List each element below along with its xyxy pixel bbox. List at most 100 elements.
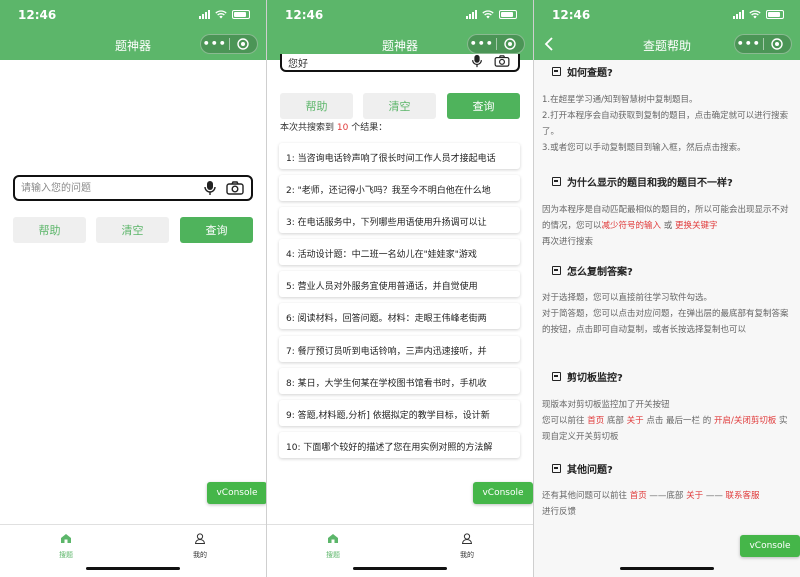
tab-search[interactable]: 搜题 xyxy=(303,529,363,560)
clear-button[interactable]: 清空 xyxy=(96,217,169,243)
faded-text xyxy=(115,153,130,160)
status-bar: 12:46 xyxy=(534,0,800,30)
result-item[interactable]: 6: 阅读材料，回答问题。材料：走眼王伟峰老街两 xyxy=(279,303,520,329)
search-input[interactable] xyxy=(21,180,201,196)
help-section-title: 剪切板监控? xyxy=(552,369,623,384)
clear-button[interactable]: 清空 xyxy=(363,93,436,119)
home-indicator xyxy=(86,567,180,570)
nav-bar: 查题帮助 ••• xyxy=(534,30,800,60)
tab-search[interactable]: 搜题 xyxy=(36,529,96,560)
highlight-text: 更换关键字 xyxy=(674,221,718,231)
query-button[interactable]: 查询 xyxy=(180,217,253,243)
about-link[interactable]: 关于 xyxy=(686,491,703,501)
help-text: 还有其他问题可以前往 首页 ——底部 关于 —— 联系客服 进行反馈 xyxy=(542,491,760,517)
battery-icon xyxy=(766,10,784,19)
home-indicator xyxy=(353,567,447,570)
tab-mine[interactable]: 我的 xyxy=(437,529,497,560)
section-icon xyxy=(552,464,561,473)
more-icon[interactable]: ••• xyxy=(735,35,763,53)
clipboard-toggle-link[interactable]: 开启/关闭剪切板 xyxy=(714,416,776,426)
more-icon[interactable]: ••• xyxy=(201,35,229,53)
microphone-icon[interactable] xyxy=(203,180,217,196)
home-link[interactable]: 首页 xyxy=(630,491,647,501)
mini-program-capsule: ••• xyxy=(734,34,792,54)
result-count: 本次共搜索到 10 个结果： xyxy=(280,123,388,133)
help-text: 1.在超星学习通/知到智慧树中复制题目。 2.打开本程序会自动获取到复制的题目，… xyxy=(542,95,789,153)
help-section-title: 其他问题? xyxy=(552,461,613,476)
result-item[interactable]: 7: 餐厅预订员听到电话铃响，三声内迅速接听，并 xyxy=(279,336,520,362)
section-icon xyxy=(552,372,561,381)
help-text: 对于选择题，您可以直接前往学习软件勾选。 对于简答题，您可以点击对应问题，在弹出… xyxy=(542,293,789,335)
screen-search-results: 12:46 题神器 ••• 您好 帮助 清空 查询 本次共搜索到 10 个结果：… xyxy=(267,0,533,577)
search-input[interactable]: 您好 xyxy=(288,55,308,70)
more-icon[interactable]: ••• xyxy=(468,35,496,53)
section-icon xyxy=(552,67,561,76)
screen-help: 12:46 查题帮助 ••• 如何查题? 1.在超星学习通/知到智慧树中复制题目… xyxy=(534,0,800,577)
system-icons xyxy=(733,10,784,19)
highlight-text: 减少符号的输入 xyxy=(601,221,662,231)
mini-program-capsule: ••• xyxy=(200,34,258,54)
vconsole-button[interactable]: vConsole xyxy=(740,535,800,557)
query-button[interactable]: 查询 xyxy=(447,93,520,119)
tab-mine-label: 我的 xyxy=(193,551,207,559)
search-box xyxy=(13,175,253,201)
help-section-title: 如何查题? xyxy=(552,64,613,79)
result-item[interactable]: 10: 下面哪个较好的描述了您在用实例对照的方法解 xyxy=(279,432,520,458)
help-button[interactable]: 帮助 xyxy=(280,93,353,119)
wifi-icon xyxy=(482,10,494,19)
close-miniprogram-icon[interactable] xyxy=(496,38,524,50)
about-link[interactable]: 关于 xyxy=(627,416,644,426)
status-time: 12:46 xyxy=(552,8,591,22)
tab-search-label: 搜题 xyxy=(59,551,73,559)
help-text: 因为本程序是自动匹配最相似的题目的，所以可能会出现显示不对的情况，您可以减少符号… xyxy=(542,205,789,247)
status-bar: 12:46 xyxy=(267,0,533,30)
result-item[interactable]: 5: 营业人员对外服务宜使用普通话，并自觉使用 xyxy=(279,271,520,297)
vconsole-button[interactable]: vConsole xyxy=(473,482,533,504)
close-miniprogram-icon[interactable] xyxy=(229,38,257,50)
result-item[interactable]: 4: 活动设计题：中二班一名幼儿在"娃娃家"游戏 xyxy=(279,239,520,265)
help-section-title: 怎么复制答案? xyxy=(552,263,633,278)
camera-icon[interactable] xyxy=(226,181,244,195)
nav-bar: 题神器 ••• xyxy=(0,30,266,60)
signal-icon xyxy=(733,10,744,19)
vconsole-button[interactable]: vConsole xyxy=(207,482,266,504)
battery-icon xyxy=(232,10,250,19)
contact-support-link[interactable]: 联系客服 xyxy=(726,491,760,501)
tab-mine[interactable]: 我的 xyxy=(170,529,230,560)
battery-icon xyxy=(499,10,517,19)
home-icon xyxy=(61,534,71,543)
wifi-icon xyxy=(215,10,227,19)
mini-program-capsule: ••• xyxy=(467,34,525,54)
wifi-icon xyxy=(749,10,761,19)
result-item[interactable]: 2: "老师，还记得小飞吗？我至今不明白他在什么地 xyxy=(279,175,520,201)
search-box[interactable]: 您好 xyxy=(280,54,520,72)
close-miniprogram-icon[interactable] xyxy=(763,38,791,50)
result-count-number: 10 xyxy=(336,123,349,133)
user-icon xyxy=(194,533,206,544)
signal-icon xyxy=(199,10,210,19)
user-icon xyxy=(461,533,473,544)
status-bar: 12:46 xyxy=(0,0,266,30)
result-item[interactable]: 3: 在电话服务中，下列哪些用语使用升扬调可以让 xyxy=(279,207,520,233)
help-section-title: 为什么显示的题目和我的题目不一样? xyxy=(552,174,733,189)
system-icons xyxy=(199,10,250,19)
status-time: 12:46 xyxy=(285,8,324,22)
signal-icon xyxy=(466,10,477,19)
help-text: 现版本对剪切板监控加了开关按钮 您可以前往 首页 底部 关于 点击 最后一栏 的… xyxy=(542,400,788,442)
section-icon xyxy=(552,266,561,275)
status-time: 12:46 xyxy=(18,8,57,22)
microphone-icon[interactable] xyxy=(470,54,484,68)
home-link[interactable]: 首页 xyxy=(587,416,604,426)
help-button[interactable]: 帮助 xyxy=(13,217,86,243)
screen-search-empty: 12:46 题神器 ••• 帮助 清空 查询 xyxy=(0,0,266,577)
result-item[interactable]: 9: 答题,材料题,分析] 依据拟定的教学目标，设计新 xyxy=(279,400,520,426)
tab-mine-label: 我的 xyxy=(460,551,474,559)
camera-icon[interactable] xyxy=(493,55,511,67)
system-icons xyxy=(466,10,517,19)
result-item[interactable]: 1: 当咨询电话铃声响了很长时间工作人员才接起电话 xyxy=(279,143,520,169)
section-icon xyxy=(552,177,561,186)
result-item[interactable]: 8: 某日，大学生何某在学校图书馆看书时，手机收 xyxy=(279,368,520,394)
screens-container: 12:46 题神器 ••• 帮助 清空 查询 xyxy=(0,0,800,577)
tab-search-label: 搜题 xyxy=(326,551,340,559)
home-indicator xyxy=(620,567,714,570)
